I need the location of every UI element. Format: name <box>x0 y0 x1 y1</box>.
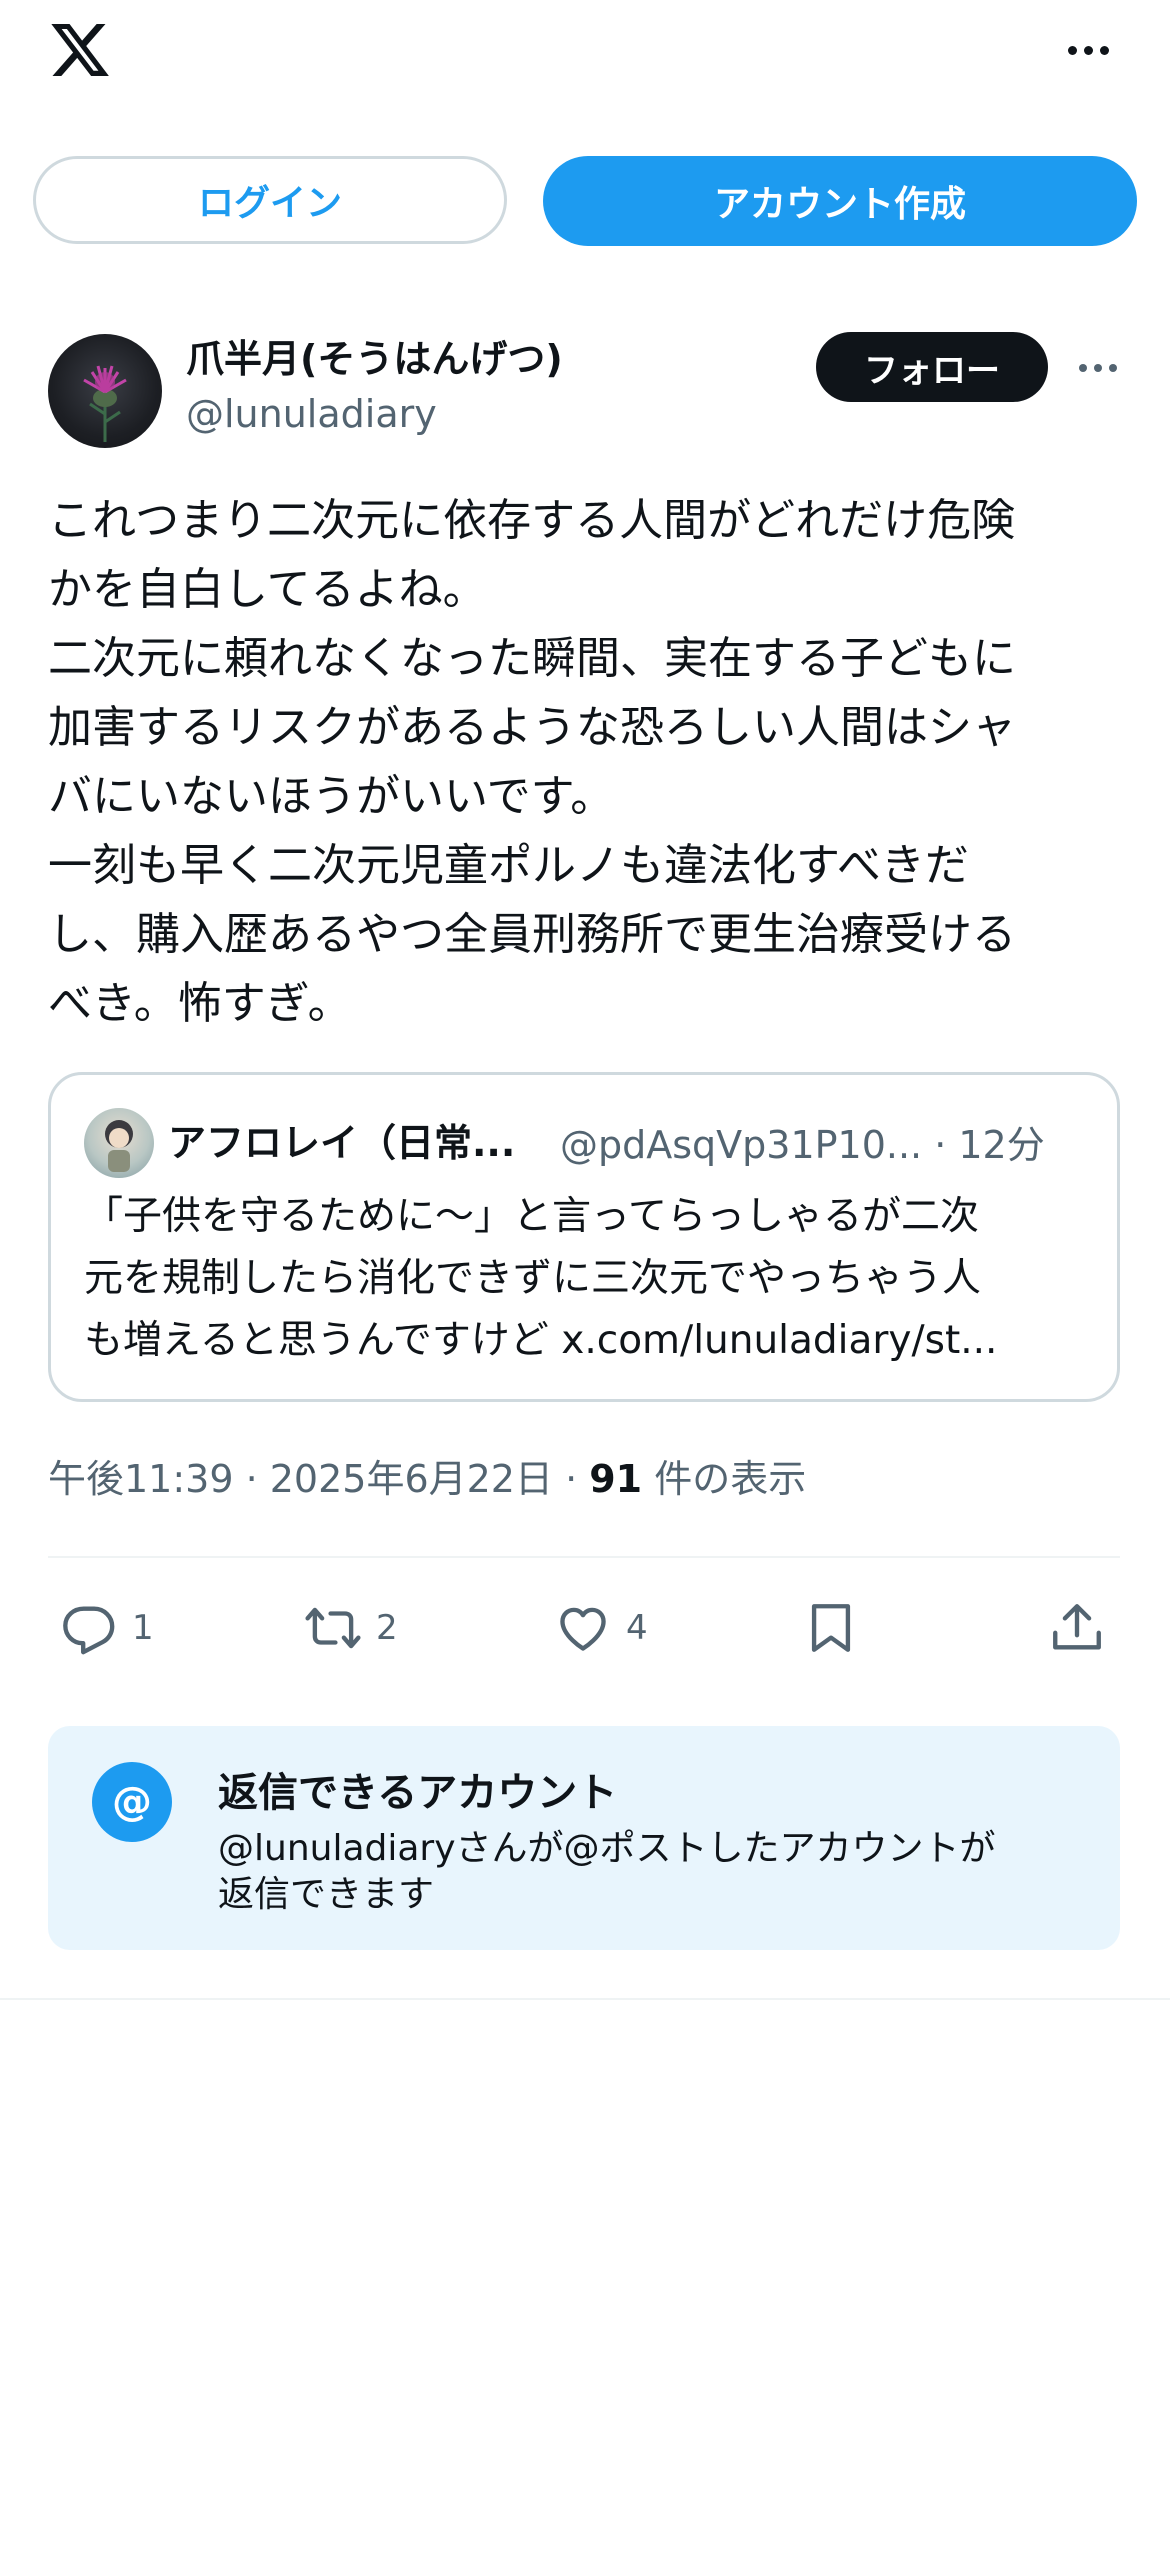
reply-count: 1 <box>132 1608 154 1648</box>
bookmark-button[interactable] <box>802 1596 860 1660</box>
more-options-icon[interactable] <box>1062 30 1114 70</box>
reply-icon <box>63 1606 115 1655</box>
views-label: 件の表示 <box>642 1457 807 1501</box>
quoted-author-handle-time: @pdAsqVp31P10... · 12分 <box>560 1123 1045 1167</box>
bookmark-icon <box>811 1604 851 1652</box>
author-name[interactable]: 爪半月(そうはんげつ) <box>186 328 563 383</box>
post-metadata: 午後11:39 · 2025年6月22日 · 91 件の表示 <box>48 1448 806 1503</box>
views-count: 91 <box>589 1457 643 1501</box>
quoted-author-avatar <box>84 1108 154 1178</box>
post-more-options-icon[interactable] <box>1072 348 1124 388</box>
follow-button[interactable]: フォロー <box>816 332 1048 402</box>
share-icon <box>1053 1604 1101 1650</box>
post-text: これつまり二次元に依存する人間がどれだけ危険 かを自白してるよね。 二次元に頼れ… <box>48 495 1016 1029</box>
x-logo-icon[interactable] <box>46 18 114 82</box>
at-mention-icon: @ <box>92 1762 172 1842</box>
author-handle[interactable]: @lunuladiary <box>186 392 437 436</box>
create-account-button[interactable]: アカウント作成 <box>543 156 1137 246</box>
divider <box>48 1556 1120 1558</box>
repost-icon <box>305 1607 361 1649</box>
reply-restriction-description: @lunuladiaryさんが@ポストしたアカウントが 返信できます <box>218 1828 996 1915</box>
reply-restriction-title: 返信できるアカウント <box>218 1770 618 1816</box>
divider <box>0 1998 1170 2000</box>
login-button[interactable]: ログイン <box>33 156 507 244</box>
repost-button[interactable]: 2 <box>304 1596 398 1660</box>
like-button[interactable]: 4 <box>554 1596 648 1660</box>
post-timestamp[interactable]: 午後11:39 · 2025年6月22日 · <box>48 1457 589 1501</box>
repost-count: 2 <box>376 1608 398 1648</box>
author-avatar[interactable] <box>48 334 162 448</box>
quoted-post-text: 「子供を守るために〜」と言ってらっしゃるが二次 元を規制したら消化できずに三次元… <box>84 1194 998 1363</box>
like-count: 4 <box>626 1608 648 1648</box>
share-button[interactable] <box>1048 1596 1106 1660</box>
quoted-author-name: アフロレイ（日常... <box>168 1121 516 1165</box>
reply-button[interactable]: 1 <box>60 1596 154 1660</box>
heart-icon <box>560 1607 606 1651</box>
